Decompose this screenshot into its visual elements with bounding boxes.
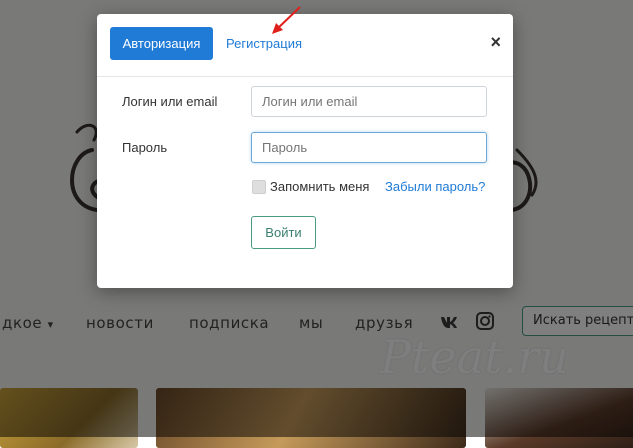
forgot-password-link[interactable]: Забыли пароль? — [385, 179, 485, 194]
tab-register[interactable]: Регистрация — [226, 36, 302, 51]
remember-me-checkbox[interactable] — [252, 180, 266, 194]
login-field-label: Логин или email — [122, 94, 218, 109]
auth-modal: Авторизация Регистрация × Логин или emai… — [97, 14, 513, 288]
close-icon[interactable]: × — [490, 33, 501, 51]
login-input[interactable] — [251, 86, 487, 117]
remember-me-label[interactable]: Запомнить меня — [270, 179, 369, 194]
password-input[interactable] — [251, 132, 487, 163]
password-field-label: Пароль — [122, 140, 168, 155]
tab-login[interactable]: Авторизация — [110, 27, 213, 60]
modal-header: Авторизация Регистрация × — [97, 14, 513, 77]
login-submit-button[interactable]: Войти — [251, 216, 316, 249]
